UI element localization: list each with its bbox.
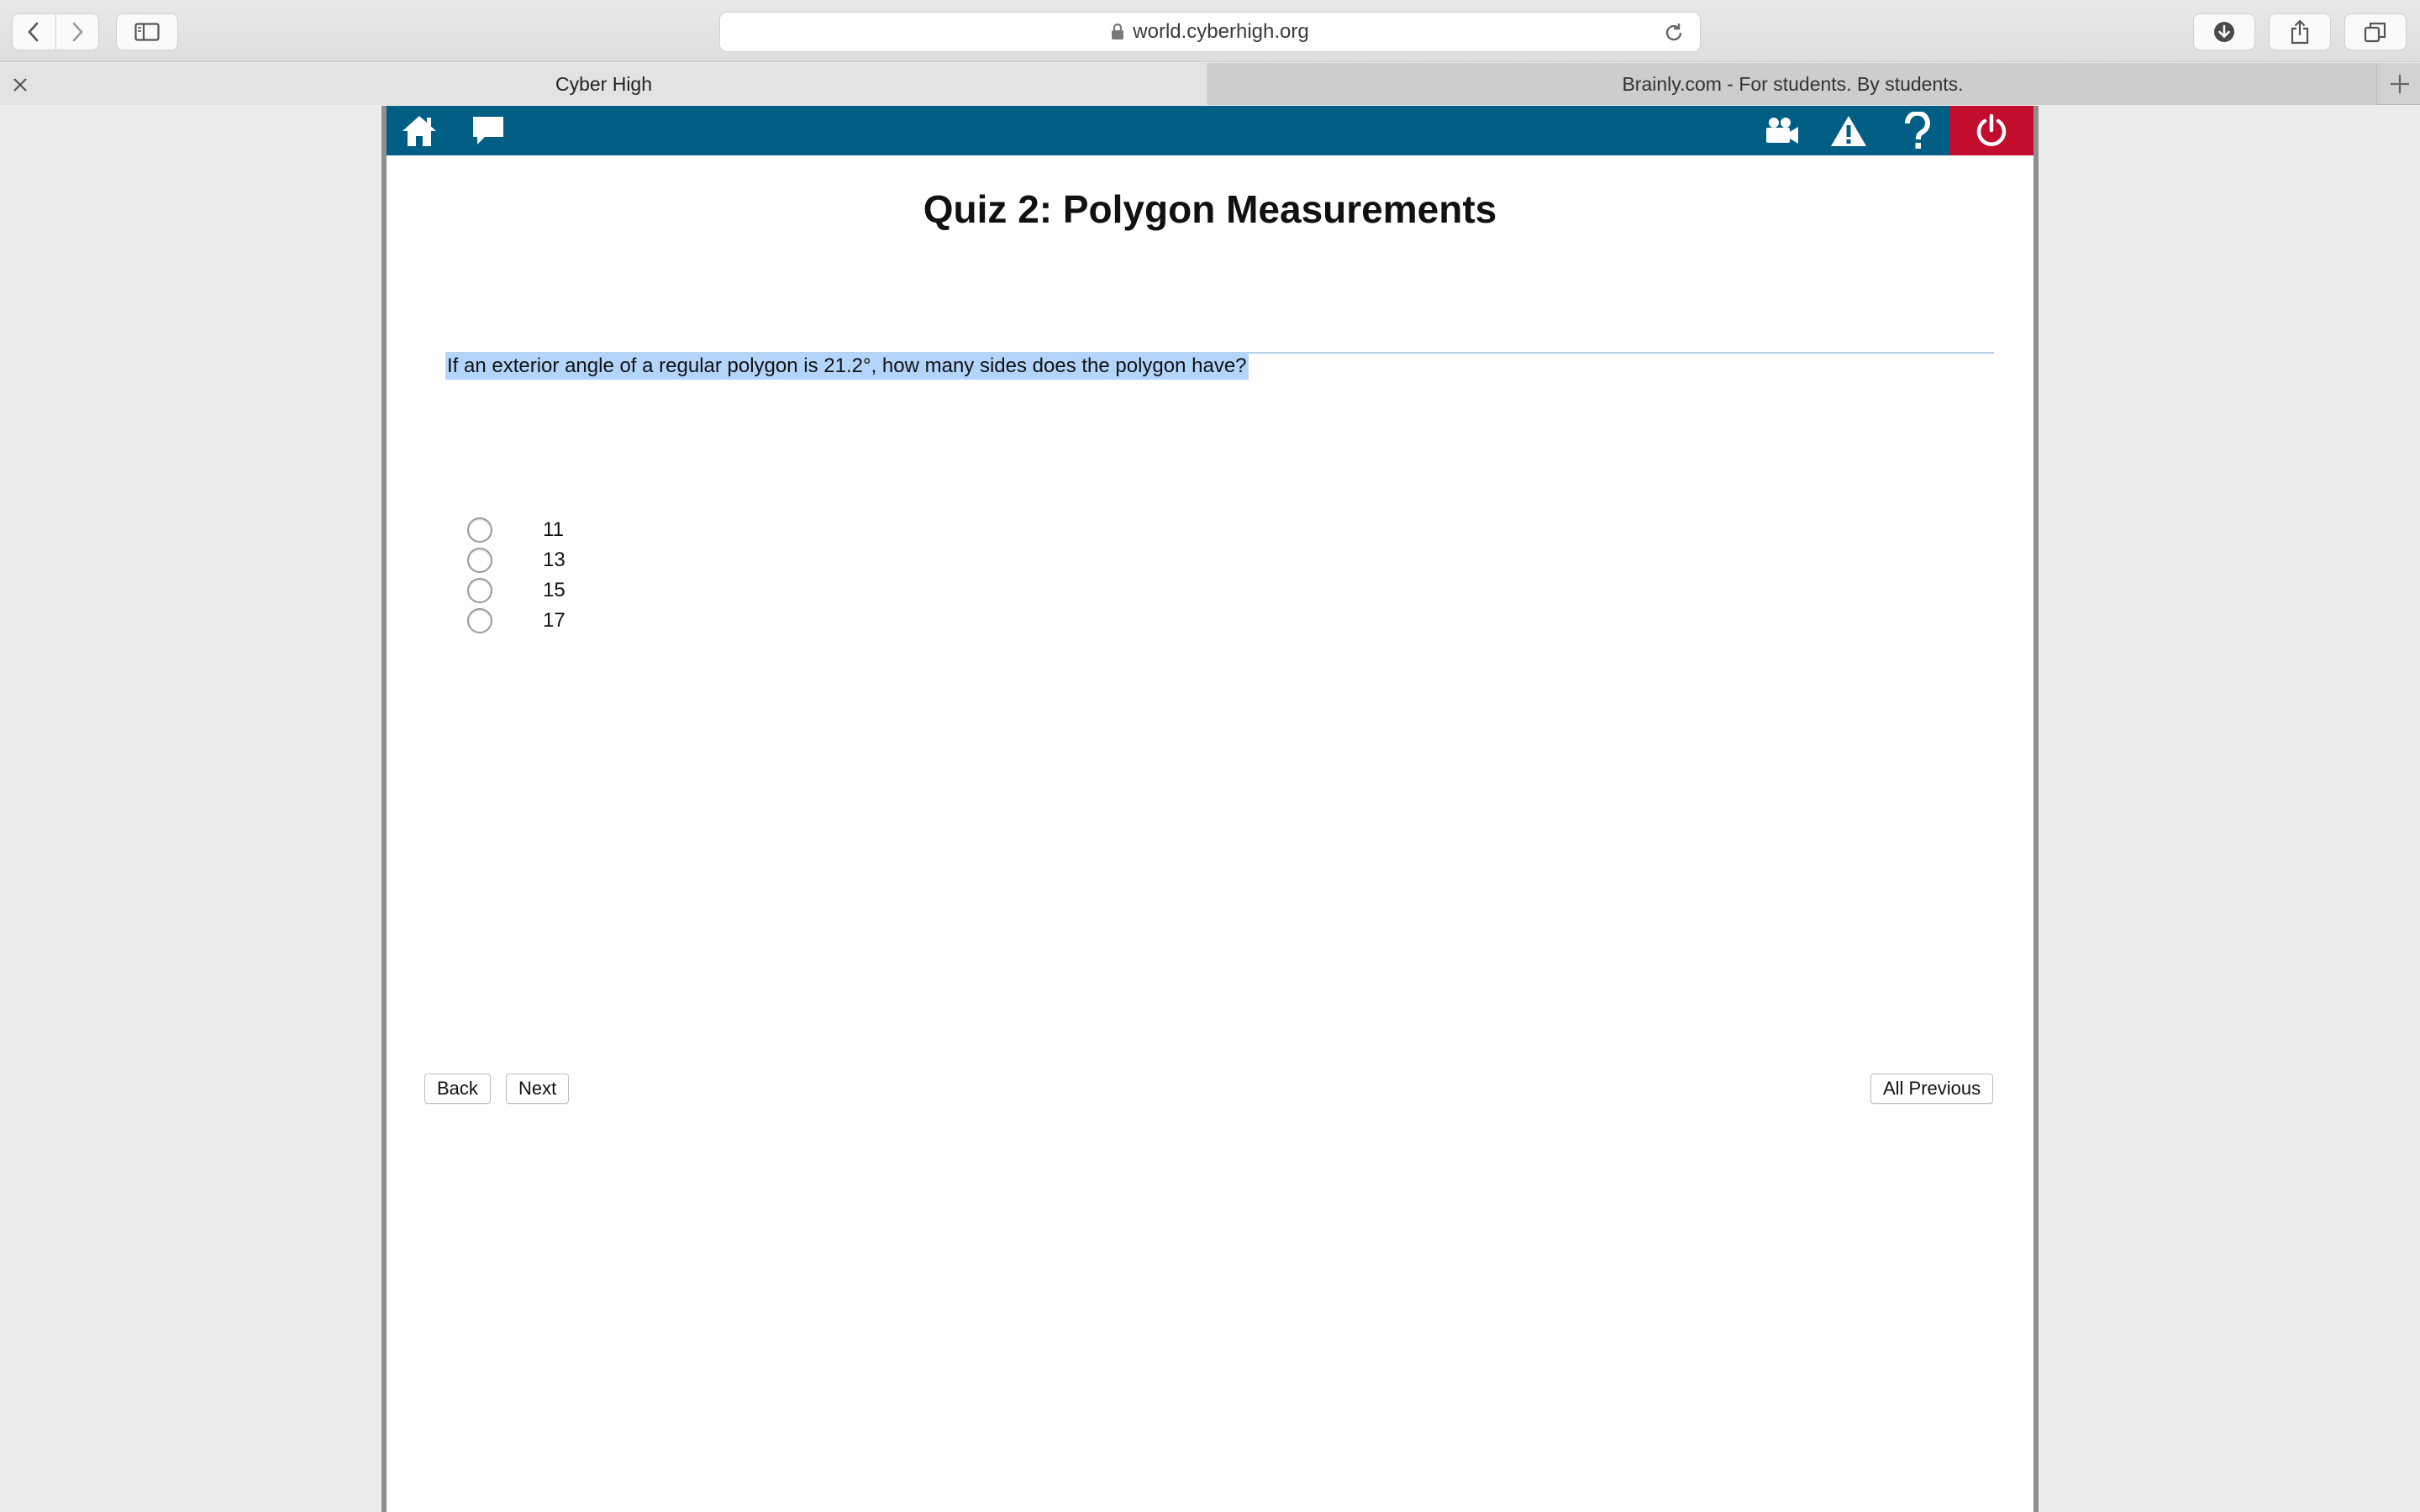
home-button[interactable] xyxy=(398,113,440,150)
answer-option[interactable]: 11 xyxy=(467,517,564,543)
sidebar-icon xyxy=(134,23,160,41)
reload-icon xyxy=(1665,24,1682,41)
warning-icon xyxy=(1831,116,1866,146)
answer-radio[interactable] xyxy=(467,578,492,603)
answer-label: 13 xyxy=(543,549,566,571)
app-header-bar xyxy=(387,106,2033,155)
share-icon xyxy=(2291,19,2309,45)
reload-button[interactable] xyxy=(1663,22,1685,48)
address-bar[interactable]: world.cyberhigh.org xyxy=(719,12,1701,52)
chevron-right-icon xyxy=(72,22,83,42)
tab-cyber-high[interactable]: Cyber High xyxy=(0,63,1208,105)
back-button[interactable]: Back xyxy=(424,1074,491,1104)
home-icon xyxy=(402,116,436,146)
tab-label: Cyber High xyxy=(555,72,653,95)
answer-radio[interactable] xyxy=(467,608,492,633)
browser-toolbar: world.cyberhigh.org xyxy=(0,0,2420,62)
lock-icon xyxy=(1112,24,1124,39)
power-icon xyxy=(1976,113,2007,146)
logout-button[interactable] xyxy=(1949,106,2033,155)
all-previous-button[interactable]: All Previous xyxy=(1870,1074,1994,1104)
close-tab-button[interactable] xyxy=(12,76,29,98)
answer-radio[interactable] xyxy=(467,548,492,573)
answer-label: 17 xyxy=(543,609,566,632)
close-icon xyxy=(13,78,27,92)
help-button[interactable] xyxy=(1894,112,1941,150)
url-text: world.cyberhigh.org xyxy=(1133,20,1309,43)
page-content: Quiz 2: Polygon Measurements If an exter… xyxy=(381,106,2039,1512)
messages-button[interactable] xyxy=(467,113,509,150)
share-button[interactable] xyxy=(2269,13,2331,50)
plus-icon xyxy=(2391,75,2409,93)
answer-radio[interactable] xyxy=(467,517,492,543)
chat-bubble-icon xyxy=(473,117,503,144)
forward-nav-button[interactable] xyxy=(55,14,98,50)
tab-overview-button[interactable] xyxy=(2344,13,2407,50)
history-nav xyxy=(12,13,99,50)
tab-label: Brainly.com - For students. By students. xyxy=(1622,72,1964,95)
quiz-title: Quiz 2: Polygon Measurements xyxy=(923,187,1497,231)
chevron-left-icon xyxy=(28,22,39,42)
next-button[interactable]: Next xyxy=(506,1074,570,1104)
sidebar-toggle-button[interactable] xyxy=(116,13,178,50)
back-nav-button[interactable] xyxy=(13,14,55,50)
answer-option[interactable]: 15 xyxy=(467,577,566,604)
answer-label: 11 xyxy=(543,518,564,541)
tab-strip: Cyber High Brainly.com - For students. B… xyxy=(0,63,2420,105)
question-text: If an exterior angle of a regular polygo… xyxy=(445,353,1249,380)
downloads-button[interactable] xyxy=(2193,13,2255,50)
answer-label: 15 xyxy=(543,579,566,601)
download-icon xyxy=(2214,22,2234,42)
answer-option[interactable]: 13 xyxy=(467,547,566,574)
video-camera-icon xyxy=(1766,118,1798,144)
report-issue-button[interactable] xyxy=(1825,113,1872,150)
new-tab-button[interactable] xyxy=(2388,72,2412,100)
help-icon xyxy=(1904,112,1930,149)
answer-option[interactable]: 17 xyxy=(467,607,566,634)
tab-brainly[interactable]: Brainly.com - For students. By students. xyxy=(1209,63,2377,105)
video-button[interactable] xyxy=(1758,113,1805,150)
tabs-icon xyxy=(2364,22,2386,43)
